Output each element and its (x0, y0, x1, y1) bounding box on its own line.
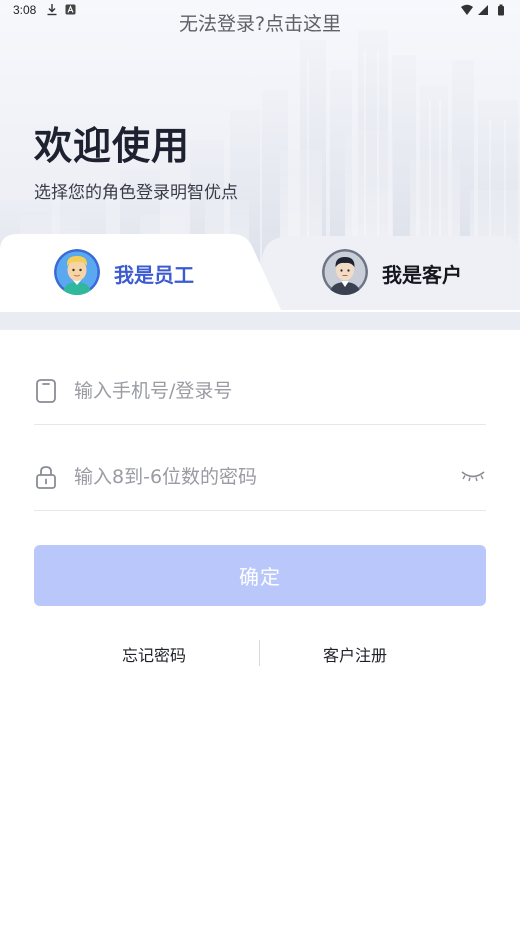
client-avatar-icon (322, 249, 368, 295)
confirm-button[interactable]: 确定 (34, 545, 486, 606)
role-tabs: 我是员工 我是客户 (0, 232, 520, 312)
password-field (34, 451, 486, 511)
page-title: 欢迎使用 (34, 124, 191, 168)
phone-icon (36, 379, 56, 403)
client-avatar (322, 249, 368, 295)
eye-closed-icon[interactable] (460, 469, 486, 483)
page-subtitle: 选择您的角色登录明智优点 (34, 183, 238, 203)
link-divider (259, 640, 260, 666)
tab-staff-label: 我是员工 (114, 263, 194, 287)
tab-client[interactable]: 我是客户 (270, 232, 520, 312)
tab-staff[interactable]: 我是员工 (0, 232, 270, 312)
phone-input[interactable] (74, 375, 454, 407)
lock-icon (36, 466, 56, 489)
password-input[interactable] (74, 461, 454, 493)
cannot-login-help-link[interactable]: 无法登录?点击这里 (0, 9, 520, 36)
phone-field (34, 365, 486, 425)
staff-avatar-icon (54, 249, 100, 295)
staff-avatar (54, 249, 100, 295)
client-register-link[interactable]: 客户注册 (323, 642, 387, 666)
forgot-password-link[interactable]: 忘记密码 (122, 642, 186, 666)
tab-client-label: 我是客户 (382, 263, 462, 287)
footer-links: 忘记密码 客户注册 (0, 638, 520, 668)
